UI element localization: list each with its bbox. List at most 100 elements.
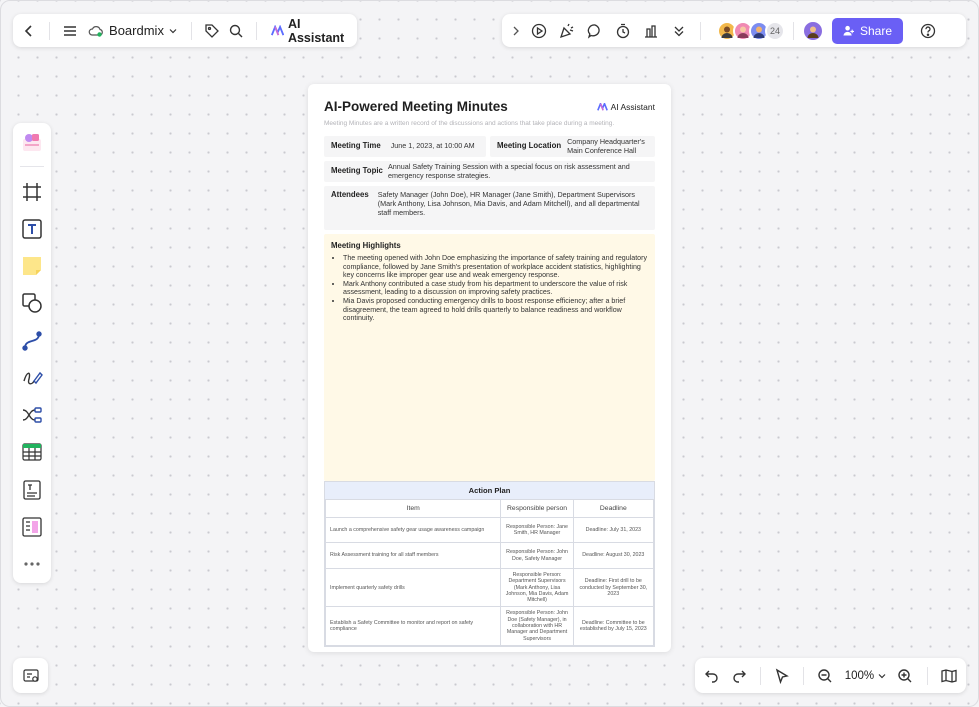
table-cell: Deadline: August 30, 2023 [572, 542, 655, 569]
mindmap-icon[interactable] [19, 402, 45, 428]
table-cell: Responsible Person: John Doe (Safety Man… [500, 606, 574, 646]
document-subtitle: Meeting Minutes are a written record of … [324, 120, 615, 127]
document-title: AI-Powered Meeting Minutes [324, 99, 508, 114]
meeting-highlights: Meeting Highlights The meeting opened wi… [324, 234, 655, 481]
divider [926, 666, 928, 685]
more-icon[interactable] [19, 551, 45, 577]
chevron-down-icon [878, 673, 886, 678]
table-row: Implement quarterly safety drills Respon… [324, 567, 655, 608]
top-left-toolbar: Boardmix AI Assistant [13, 14, 357, 47]
back-icon[interactable] [19, 18, 39, 44]
timer-icon[interactable] [610, 18, 636, 44]
brand-dropdown[interactable]: Boardmix [84, 23, 181, 38]
meeting-topic-label: Meeting Topic [331, 166, 383, 176]
zoom-level-dropdown[interactable]: 100% [841, 670, 890, 682]
table-icon[interactable] [19, 439, 45, 465]
highlights-list: The meeting opened with John Doe emphasi… [331, 254, 648, 323]
ai-logo-icon [270, 24, 284, 35]
table-cell: Deadline: July 31, 2023 [572, 517, 655, 543]
table-row: Launch a comprehensive safety gear usage… [324, 517, 655, 543]
list-item: Mark Anthony contributed a case study fr… [343, 280, 648, 297]
divider [700, 21, 701, 40]
meeting-time-value: June 1, 2023, at 10:00 AM [390, 141, 475, 151]
ai-assistant-label: AI Assistant [287, 16, 345, 45]
collaborator-avatars[interactable]: 24 [717, 20, 785, 41]
connector-icon[interactable] [19, 328, 45, 354]
meeting-location-field: Meeting Location Company Headquarter's M… [490, 136, 655, 157]
bottom-right-toolbar: 100% [695, 658, 966, 693]
document-icon[interactable] [19, 477, 45, 503]
sticky-note-icon[interactable] [19, 253, 45, 279]
user-avatar[interactable] [802, 19, 824, 42]
action-plan-title: Action Plan [325, 482, 654, 500]
column-header: Item [324, 500, 502, 518]
divider [803, 666, 805, 685]
table-cell: Deadline: Committee to be established by… [572, 606, 655, 646]
meeting-location-label: Meeting Location [497, 141, 562, 151]
divider [20, 166, 44, 168]
meeting-topic-value: Annual Safety Training Session with a sp… [388, 161, 630, 180]
meeting-location-value: Company Headquarter's Main Conference Ha… [567, 136, 645, 155]
divider [760, 666, 761, 685]
text-icon[interactable] [19, 216, 45, 242]
brand-label: Boardmix [109, 23, 164, 38]
meeting-time-field: Meeting Time June 1, 2023, at 10:00 AM [324, 136, 486, 157]
meeting-topic-field: Meeting Topic Annual Safety Training Ses… [324, 161, 655, 182]
expand-icon[interactable] [508, 18, 524, 44]
attendees-field: Attendees Safety Manager (John Doe), HR … [324, 186, 655, 230]
redo-icon[interactable] [728, 663, 751, 689]
document-ai-badge: AI Assistant [596, 102, 655, 112]
divider [793, 21, 794, 40]
minimap-toggle[interactable] [13, 658, 48, 693]
chevron-down-icon [169, 28, 177, 33]
table-row: Risk Assessment training for all staff m… [324, 542, 655, 569]
attendees-label: Attendees [331, 190, 369, 199]
play-icon[interactable] [526, 18, 552, 44]
table-header-row: Item Responsible person Deadline [324, 500, 655, 518]
table-row: Establish a Safety Committee to monitor … [324, 606, 655, 646]
left-toolbox [13, 123, 51, 583]
table-cell: Responsible Person: Department Superviso… [500, 567, 574, 608]
document-ai-badge-label: AI Assistant [610, 102, 655, 112]
more-tools-icon[interactable] [666, 18, 692, 44]
layout-icon[interactable] [19, 514, 45, 540]
column-header: Responsible person [500, 500, 574, 518]
meeting-minutes-document[interactable]: AI-Powered Meeting Minutes AI Assistant … [308, 84, 671, 652]
shape-icon[interactable] [19, 290, 45, 316]
divider [49, 21, 50, 40]
vote-icon[interactable] [638, 18, 664, 44]
cloud-icon [88, 25, 103, 37]
table-cell: Deadline: First drill to be conducted by… [572, 567, 655, 608]
frame-icon[interactable] [19, 179, 45, 205]
attendees-value: Safety Manager (John Doe), HR Manager (J… [377, 190, 640, 217]
ai-logo-icon [596, 103, 608, 111]
search-icon[interactable] [226, 18, 246, 44]
top-right-toolbar: 24 Share [502, 14, 966, 47]
table-cell: Responsible Person: John Doe, Safety Man… [500, 542, 574, 569]
meeting-time-label: Meeting Time [331, 141, 381, 151]
table-cell: Establish a Safety Committee to monitor … [324, 606, 502, 646]
pen-icon[interactable] [19, 365, 45, 391]
minimap-icon [22, 668, 39, 682]
celebrate-icon[interactable] [554, 18, 580, 44]
collaborator-count: 24 [765, 20, 785, 41]
undo-icon[interactable] [701, 663, 724, 689]
highlights-title: Meeting Highlights [331, 241, 401, 250]
share-label: Share [860, 23, 893, 38]
menu-icon[interactable] [60, 18, 80, 44]
table-cell: Implement quarterly safety drills [324, 567, 502, 608]
comment-icon[interactable] [582, 18, 608, 44]
template-icon[interactable] [19, 129, 45, 155]
tag-icon[interactable] [202, 18, 222, 44]
share-button[interactable]: Share [832, 17, 904, 44]
ai-assistant-button[interactable]: AI Assistant [267, 17, 351, 45]
zoom-out-icon[interactable] [814, 663, 837, 689]
table-cell: Responsible Person: Jane Smith, HR Manag… [500, 517, 574, 543]
select-cursor-icon[interactable] [771, 663, 794, 689]
zoom-in-icon[interactable] [894, 663, 917, 689]
list-item: The meeting opened with John Doe emphasi… [343, 254, 648, 280]
help-icon[interactable] [915, 18, 941, 44]
action-plan-table: Action Plan Item Responsible person Dead… [324, 481, 655, 647]
column-header: Deadline [572, 500, 655, 518]
map-icon[interactable] [938, 663, 961, 689]
